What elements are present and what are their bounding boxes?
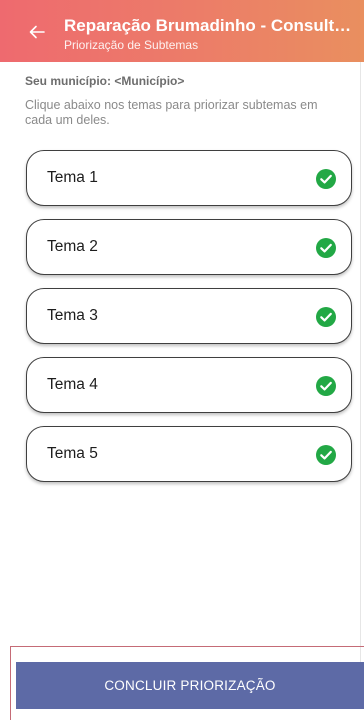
arrow-left-icon[interactable] — [27, 22, 47, 42]
screen-edge — [360, 62, 361, 662]
check-circle-icon — [316, 445, 336, 465]
theme-card-3[interactable]: Tema 3 — [26, 288, 352, 344]
theme-label: Tema 1 — [47, 169, 98, 186]
page-title: Reparação Brumadinho - Consulta... — [64, 16, 356, 35]
app-bar: Reparação Brumadinho - Consulta... Prior… — [0, 0, 364, 62]
theme-label: Tema 5 — [47, 445, 98, 462]
theme-label: Tema 2 — [47, 238, 98, 255]
theme-label: Tema 4 — [47, 376, 98, 393]
check-circle-icon — [316, 307, 336, 327]
screen: Reparação Brumadinho - Consulta... Prior… — [0, 0, 364, 720]
page-subtitle: Priorização de Subtemas — [64, 38, 199, 52]
theme-label: Tema 3 — [47, 307, 98, 324]
municipio-label: Seu município: — [25, 74, 112, 88]
check-circle-icon — [316, 376, 336, 396]
check-circle-icon — [316, 238, 336, 258]
municipio-value: <Município> — [114, 74, 185, 88]
municipio-line: Seu município: <Município> — [25, 74, 184, 88]
check-circle-icon — [316, 169, 336, 189]
theme-card-1[interactable]: Tema 1 — [26, 150, 352, 206]
theme-card-5[interactable]: Tema 5 — [26, 426, 352, 482]
concluir-priorizacao-button[interactable]: CONCLUIR PRIORIZAÇÃO — [16, 662, 364, 709]
instructions-text: Clique abaixo nos temas para priorizar s… — [25, 98, 318, 127]
theme-card-2[interactable]: Tema 2 — [26, 219, 352, 275]
theme-card-4[interactable]: Tema 4 — [26, 357, 352, 413]
